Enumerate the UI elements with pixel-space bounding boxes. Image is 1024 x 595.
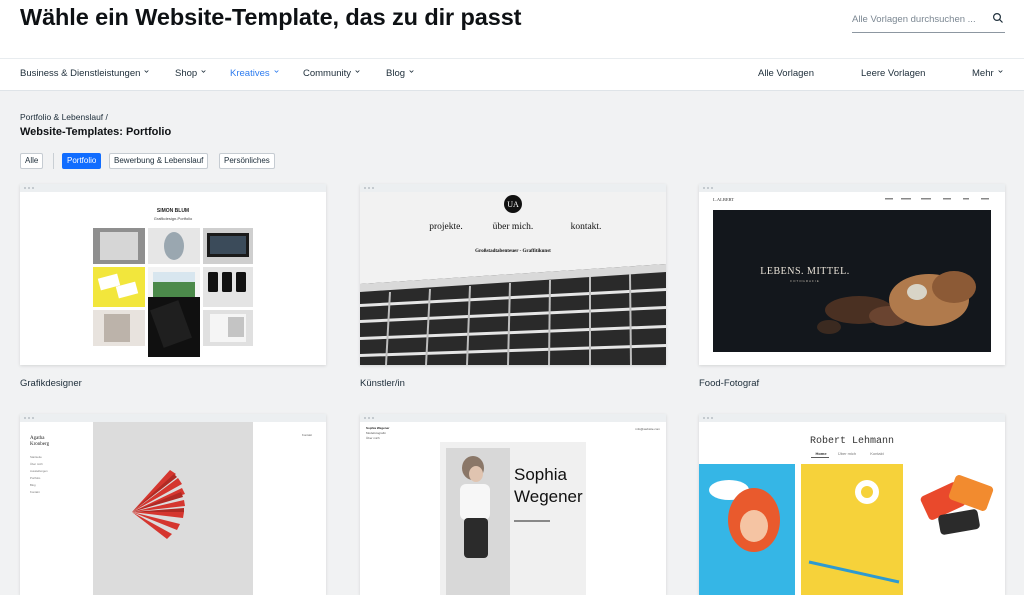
filter-bewerbung[interactable]: Bewerbung & Lebenslauf	[109, 153, 209, 169]
template-card-robert-lehmann[interactable]: Robert Lehmann Home Über mich Kontakt	[699, 414, 1005, 595]
browser-chrome	[360, 184, 666, 192]
preview-menu-item: Kontakt	[30, 490, 40, 494]
nav-item-label: Blog	[386, 68, 406, 79]
nav-item-label: Mehr	[972, 68, 994, 79]
template-card-agatha[interactable]: Agatha Kronberg Startseite Über mich Aus…	[20, 414, 326, 595]
chevron-down-icon	[409, 70, 414, 73]
filter-portfolio[interactable]: Portfolio	[62, 153, 102, 169]
breadcrumb[interactable]: Portfolio & Lebenslauf /	[20, 112, 108, 122]
preview-link: Über mich	[838, 451, 856, 456]
nav-item-kreatives[interactable]: Kreatives	[230, 68, 279, 79]
nav-item-label: Shop	[175, 68, 198, 79]
preview-top-left: Über mich	[366, 436, 380, 440]
card-label[interactable]: Künstler/in	[360, 378, 405, 389]
template-preview-image: Robert Lehmann Home Über mich Kontakt	[699, 422, 1005, 595]
card-label[interactable]: Food-Fotograf	[699, 378, 759, 389]
preview-logo: UA	[507, 200, 519, 209]
browser-chrome	[699, 184, 1005, 192]
preview-menu-item: Über mich	[30, 462, 43, 466]
preview-top-left: Modefotografin	[366, 431, 386, 435]
chevron-down-icon	[144, 70, 150, 73]
nav-item-label: Community	[303, 68, 352, 79]
browser-chrome	[20, 414, 326, 422]
filter-persoenliches[interactable]: Persönliches	[219, 153, 275, 169]
preview-top-left: Sophia Wegener	[366, 426, 390, 430]
chevron-down-icon	[355, 70, 360, 73]
template-preview-image: L.ALBERT LEBENS. MITTEL. FOTOGRAFIE	[699, 192, 1005, 365]
nav-more[interactable]: Mehr	[972, 68, 1003, 79]
preview-link: Home	[815, 451, 827, 456]
chevron-down-icon	[998, 70, 1003, 73]
header: Wähle ein Website-Template, das zu dir p…	[0, 0, 1024, 58]
nav-item-community[interactable]: Community	[303, 68, 360, 79]
preview-name: Sophia	[514, 465, 567, 484]
template-preview-image: SIMON BLUM Grafikdesign-Portfolio	[20, 192, 326, 365]
nav-blank-templates[interactable]: Leere Vorlagen	[861, 68, 925, 79]
preview-link: projekte.	[429, 222, 463, 232]
nav-item-label: Business & Dienstleistungen	[20, 68, 141, 79]
preview-menu-item: Startseite	[30, 455, 42, 459]
nav-item-label: Kreatives	[230, 68, 270, 79]
preview-menu-item: Ausstellungen	[30, 469, 48, 473]
browser-chrome	[20, 184, 326, 192]
template-card-kuenstler[interactable]: UA projekte. über mich. kontakt. Großsta…	[360, 184, 666, 365]
section-title: Website-Templates: Portfolio	[20, 126, 172, 138]
search-box[interactable]	[852, 8, 1005, 33]
nav-all-templates[interactable]: Alle Vorlagen	[758, 68, 814, 79]
chevron-down-icon	[201, 70, 206, 73]
browser-chrome	[360, 414, 666, 422]
template-preview-image: Sophia Wegener Modefotografin Über mich …	[360, 422, 666, 595]
preview-name: Agatha	[30, 436, 45, 441]
search-icon[interactable]	[992, 12, 1004, 24]
nav-item-business[interactable]: Business & Dienstleistungen	[20, 68, 150, 79]
window-dots-icon	[364, 187, 374, 189]
card-label[interactable]: Grafikdesigner	[20, 378, 82, 389]
preview-sub: FOTOGRAFIE	[790, 279, 819, 283]
preview-headline: LEBENS. MITTEL.	[760, 266, 849, 277]
chevron-down-icon	[273, 70, 279, 73]
preview-top-right: info@website.com	[635, 427, 660, 431]
window-dots-icon	[703, 187, 713, 189]
preview-name: Robert Lehmann	[810, 435, 894, 447]
preview-menu-item: Portfolio	[30, 476, 41, 480]
preview-name: Kronberg	[30, 442, 50, 447]
search-input[interactable]	[852, 10, 980, 28]
preview-link: über mich.	[493, 222, 534, 232]
page-title: Wähle ein Website-Template, das zu dir p…	[20, 4, 522, 30]
preview-name: SIMON BLUM	[157, 208, 189, 214]
filter-alle[interactable]: Alle	[20, 153, 44, 169]
filter-divider	[53, 153, 54, 169]
preview-subtitle: Grafikdesign-Portfolio	[154, 216, 193, 221]
preview-link: kontakt.	[571, 222, 602, 232]
window-dots-icon	[364, 417, 374, 419]
preview-name: Wegener	[514, 487, 583, 506]
category-nav: Business & Dienstleistungen Shop Kreativ…	[0, 58, 1024, 91]
window-dots-icon	[24, 417, 34, 419]
window-dots-icon	[703, 417, 713, 419]
template-card-grafikdesigner[interactable]: SIMON BLUM Grafikdesign-Portfolio	[20, 184, 326, 365]
preview-link: Kontakt	[870, 451, 884, 456]
template-card-food-fotograf[interactable]: L.ALBERT LEBENS. MITTEL. FOTOGRAFIE	[699, 184, 1005, 365]
window-dots-icon	[24, 187, 34, 189]
preview-menu-item: Blog	[30, 483, 36, 487]
browser-chrome	[699, 414, 1005, 422]
preview-tagline: Großstadtabenteuer - Graffitikunst	[475, 249, 551, 254]
template-preview-image: UA projekte. über mich. kontakt. Großsta…	[360, 192, 666, 365]
preview-brand: L.ALBERT	[713, 197, 734, 202]
template-card-sophia-wegener[interactable]: Sophia Wegener Modefotografin Über mich …	[360, 414, 666, 595]
nav-item-blog[interactable]: Blog	[386, 68, 414, 79]
template-preview-image: Agatha Kronberg Startseite Über mich Aus…	[20, 422, 326, 595]
nav-item-shop[interactable]: Shop	[175, 68, 206, 79]
preview-corner: Kontakt	[302, 433, 312, 437]
